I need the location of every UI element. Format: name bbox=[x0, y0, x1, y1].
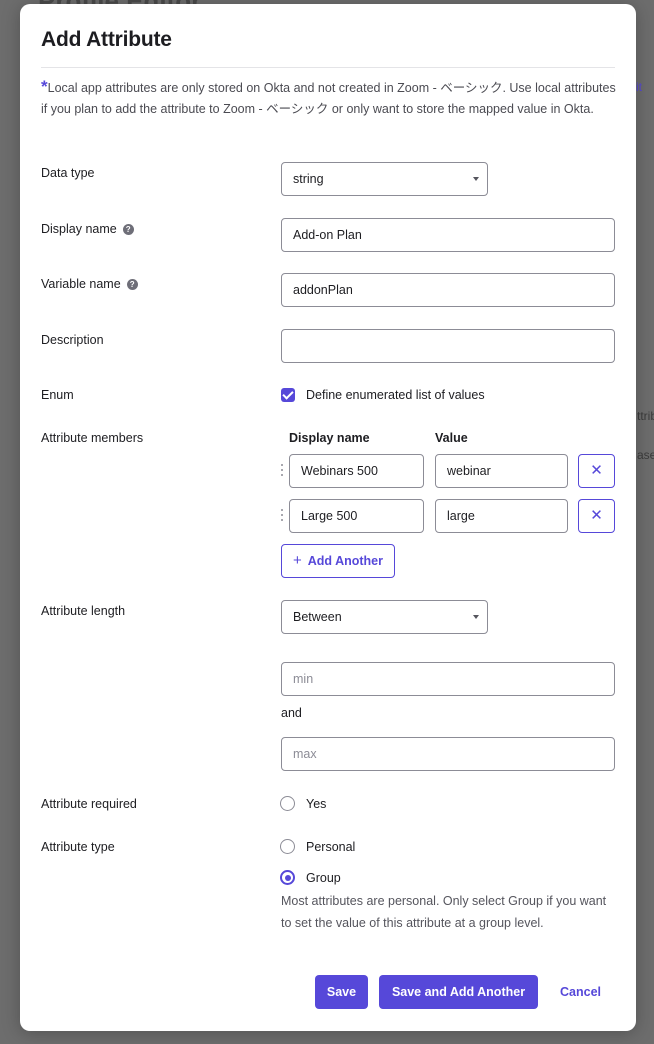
length-and-text: and bbox=[281, 706, 302, 720]
data-type-label: Data type bbox=[41, 166, 95, 180]
add-another-label: Add Another bbox=[307, 554, 383, 568]
close-icon: ✕ bbox=[590, 462, 603, 479]
attribute-type-label: Attribute type bbox=[41, 840, 115, 854]
member-display-name-input[interactable]: Large 500 bbox=[289, 499, 424, 533]
add-attribute-dialog: Add Attribute *Local app attributes are … bbox=[20, 4, 636, 1031]
question-circle-icon[interactable]: ? bbox=[126, 279, 138, 290]
attribute-type-hint: Most attributes are personal. Only selec… bbox=[281, 894, 607, 930]
chevron-down-icon bbox=[473, 615, 479, 619]
close-icon: ✕ bbox=[590, 507, 603, 524]
background-fragment: ttrib bbox=[637, 409, 654, 423]
members-column-value: Value bbox=[435, 431, 468, 445]
attribute-required-label: Attribute required bbox=[41, 797, 137, 811]
description-label: Description bbox=[41, 333, 104, 347]
drag-handle-icon[interactable] bbox=[281, 464, 285, 478]
type-group-radio[interactable] bbox=[280, 870, 295, 885]
type-group-label: Group bbox=[306, 871, 341, 885]
type-personal-label: Personal bbox=[306, 840, 356, 854]
attribute-members-label: Attribute members bbox=[41, 431, 144, 445]
member-value-input[interactable]: webinar bbox=[435, 454, 568, 488]
type-personal-radio[interactable] bbox=[280, 839, 295, 854]
members-column-display-name: Display name bbox=[289, 431, 370, 445]
dialog-title: Add Attribute bbox=[41, 28, 172, 51]
variable-name-input[interactable]: addonPlan bbox=[281, 273, 615, 307]
save-button[interactable]: Save bbox=[315, 975, 368, 1009]
variable-name-label-text: Variable name bbox=[41, 277, 121, 291]
display-name-input[interactable]: Add-on Plan bbox=[281, 218, 615, 252]
display-name-label: Display name? bbox=[41, 222, 134, 236]
required-yes-radio[interactable] bbox=[280, 796, 295, 811]
drag-handle-icon[interactable] bbox=[281, 509, 285, 523]
background-fragment: it bbox=[636, 80, 642, 94]
member-value-input[interactable]: large bbox=[435, 499, 568, 533]
local-attribute-notice: *Local app attributes are only stored on… bbox=[41, 78, 617, 120]
enum-label: Enum bbox=[41, 388, 74, 402]
enum-checkbox-label: Define enumerated list of values bbox=[306, 388, 485, 402]
save-and-add-another-button[interactable]: Save and Add Another bbox=[379, 975, 538, 1009]
data-type-select[interactable]: string bbox=[281, 162, 488, 196]
required-yes-label: Yes bbox=[306, 797, 327, 811]
plus-icon: + bbox=[293, 552, 302, 569]
notice-text: Local app attributes are only stored on … bbox=[41, 81, 616, 116]
title-divider bbox=[41, 67, 615, 68]
attribute-length-select[interactable]: Between bbox=[281, 600, 488, 634]
chevron-down-icon bbox=[473, 177, 479, 181]
length-max-input[interactable]: max bbox=[281, 737, 615, 771]
variable-name-label: Variable name? bbox=[41, 277, 138, 291]
add-another-button[interactable]: + Add Another bbox=[281, 544, 395, 578]
attribute-length-value: Between bbox=[293, 610, 342, 624]
enum-checkbox[interactable] bbox=[281, 388, 295, 402]
required-asterisk-icon: * bbox=[41, 77, 48, 96]
description-input[interactable] bbox=[281, 329, 615, 363]
length-min-input[interactable]: min bbox=[281, 662, 615, 696]
background-fragment: ase bbox=[637, 448, 654, 462]
question-circle-icon[interactable]: ? bbox=[122, 224, 134, 235]
remove-member-button[interactable]: ✕ bbox=[578, 454, 615, 488]
display-name-label-text: Display name bbox=[41, 222, 117, 236]
attribute-length-label: Attribute length bbox=[41, 604, 126, 618]
cancel-button[interactable]: Cancel bbox=[560, 985, 601, 999]
remove-member-button[interactable]: ✕ bbox=[578, 499, 615, 533]
data-type-value: string bbox=[293, 172, 324, 186]
member-display-name-input[interactable]: Webinars 500 bbox=[289, 454, 424, 488]
